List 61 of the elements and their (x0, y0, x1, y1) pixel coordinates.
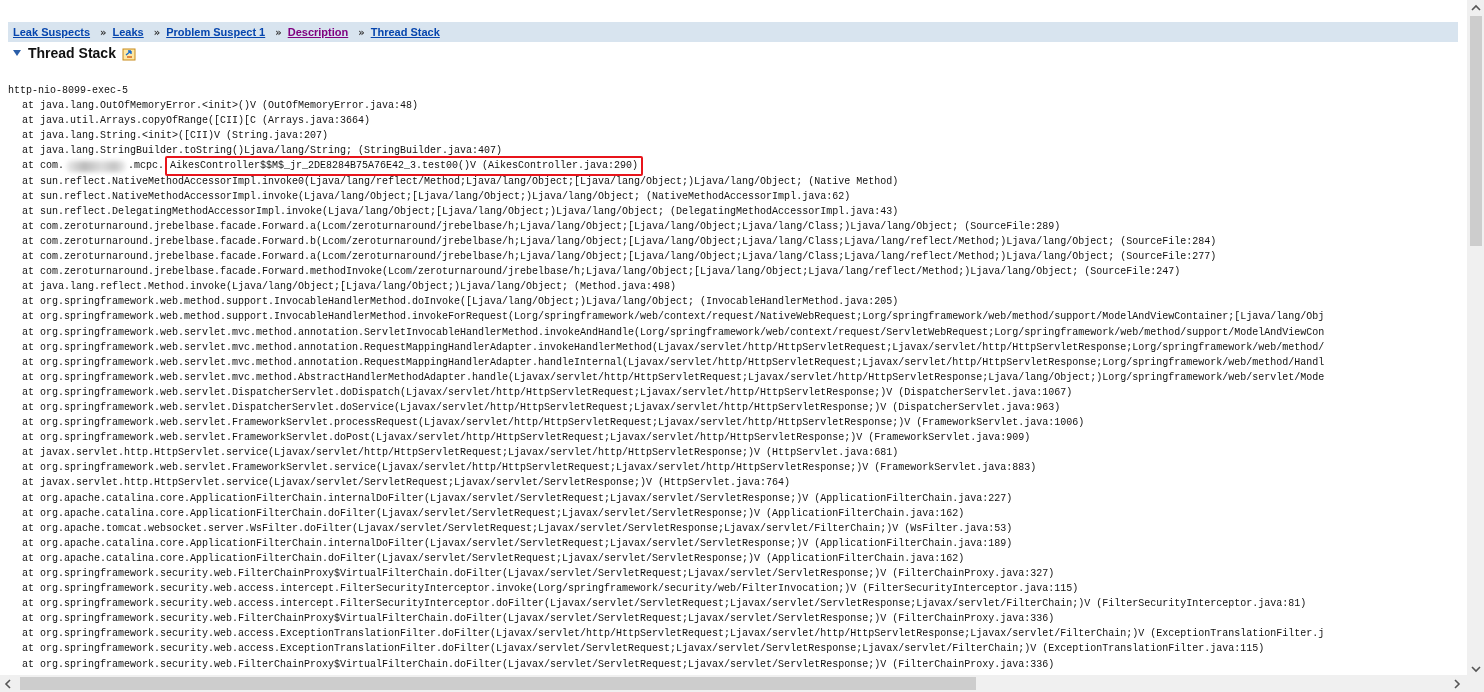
scrollbar-thumb[interactable] (20, 677, 976, 690)
stack-frame: at javax.servlet.http.HttpServlet.service(Ljavax/servlet/http/HttpServletRequest;Ljavax/servlet/http/HttpServletResponse;)V (HttpServlet.java:681) (22, 445, 899, 461)
highlighted-frame: AikesController$$M$_jr_2DE8284B75A76E42_3.test00()V (AikesController.java:290) (165, 156, 644, 176)
stack-frame-package: .mcpc. (128, 159, 165, 174)
stack-frame: at org.springframework.web.servlet.mvc.method.annotation.RequestMappingHandlerAdapter.invokeHandlerMethod(Ljavax/servlet/http/HttpServletRequest;Ljavax/servlet/http/HttpServletResponse;Lorg/springframework/web/method/ (22, 339, 1325, 355)
breadcrumb-link[interactable]: Leaks (112, 26, 144, 38)
breadcrumb-separator: » (358, 26, 365, 38)
stack-frame: at sun.reflect.NativeMethodAccessorImpl.invoke(Ljava/lang/Object;[Ljava/lang/Object;)Ljava/lang/Object; (NativeMethodAccessorImpl.java:62) (22, 188, 851, 204)
stack-frame: at org.springframework.security.web.access.ExceptionTranslationFilter.doFilter(Ljavax/servlet/http/HttpServletRequest;Ljavax/servlet/http/HttpServletResponse;Ljavax/servlet/FilterChain;)V (ExceptionTranslationFilter.j (22, 626, 1325, 642)
scroll-left-icon[interactable] (4, 678, 14, 689)
stack-frame: at org.springframework.security.web.access.intercept.FilterSecurityInterceptor.invoke(Lorg/springframework/security/web/FilterInvocation;)V (FilterSecurityInterceptor.java:115) (22, 581, 1079, 597)
thread-name: http-nio-8099-exec-5 (8, 84, 129, 98)
horizontal-scrollbar[interactable] (0, 675, 1467, 692)
stack-frame: at org.apache.catalina.core.ApplicationFilterChain.internalDoFilter(Ljavax/servlet/ServletRequest;Ljavax/servlet/ServletResponse;)V (ApplicationFilterChain.java:227) (22, 490, 1013, 506)
breadcrumb-separator: » (275, 26, 282, 38)
stack-frame: at com.zeroturnaround.jrebelbase.facade.Forward.a(Lcom/zeroturnaround/jrebelbase/h;Ljava/lang/Object;[Ljava/lang/Object;Ljava/lang/Class;)Ljava/lang/Object; (SourceFile:289) (22, 218, 1061, 234)
scroll-down-icon[interactable] (1470, 665, 1481, 675)
stack-frame: at org.springframework.web.servlet.FrameworkServlet.processRequest(Ljavax/servlet/http/HttpServletRequest;Ljavax/servlet/http/HttpServletResponse;)V (FrameworkServlet.java:1006) (22, 415, 1085, 431)
breadcrumb-separator: » (153, 26, 161, 38)
stack-frame: at org.springframework.web.servlet.mvc.method.annotation.ServletInvocableHandlerMethod.invokeAndHandle(Lorg/springframework/web/context/request/ServletWebRequest;Lorg/springframework/web/method/support/ModelAndViewCon (22, 324, 1325, 340)
export-icon[interactable] (121, 45, 137, 61)
stack-frame: at javax.servlet.http.HttpServlet.service(Ljavax/servlet/ServletRequest;Ljavax/servlet/ServletResponse;)V (HttpServlet.java:764) (22, 475, 791, 491)
stack-frame: at org.springframework.web.method.support.InvocableHandlerMethod.invokeForRequest(Lorg/springframework/web/context/request/NativeWebRequest;Lorg/springframework/web/method/support/ModelAndViewContainer;[Ljava/lang/Obj (22, 309, 1325, 325)
stack-frame: at com.zeroturnaround.jrebelbase.facade.Forward.a(Lcom/zeroturnaround/jrebelbase/h;Ljava/lang/Object;[Ljava/lang/Object;Ljava/lang/Class;Ljava/lang/reflect/Method;)Ljava/lang/Object; (SourceFile:277) (22, 249, 1217, 265)
breadcrumb-link[interactable]: Problem Suspect 1 (166, 26, 266, 38)
scroll-right-icon[interactable] (1453, 678, 1463, 689)
stack-frame: at org.apache.catalina.core.ApplicationFilterChain.doFilter(Ljavax/servlet/ServletRequest;Ljavax/servlet/ServletResponse;)V (ApplicationFilterChain.java:162) (22, 550, 965, 566)
stack-frame: at org.springframework.web.servlet.mvc.method.annotation.RequestMappingHandlerAdapter.handleInternal(Ljavax/servlet/http/HttpServletRequest;Ljavax/servlet/http/HttpServletResponse;Lorg/springframework/web/method/Handl (22, 354, 1325, 370)
stack-frame: at org.springframework.security.web.access.intercept.FilterSecurityInterceptor.doFilter(Ljavax/servlet/ServletRequest;Ljavax/servlet/ServletResponse;Ljavax/servlet/FilterChain;)V (FilterSecurityInterceptor.java:81) (22, 596, 1307, 612)
section-title: Thread Stack (28, 45, 116, 61)
stack-frame: at org.apache.catalina.core.ApplicationFilterChain.internalDoFilter(Ljavax/servlet/ServletRequest;Ljavax/servlet/ServletResponse;)V (ApplicationFilterChain.java:189) (22, 535, 1013, 551)
breadcrumb-link[interactable]: Description (287, 26, 349, 38)
breadcrumb-link[interactable]: Thread Stack (370, 26, 440, 38)
stack-frame: at java.util.Arrays.copyOfRange([CII)[C (Arrays.java:3664) (22, 113, 371, 129)
breadcrumb-separator: » (100, 26, 107, 38)
stack-frame: at com.zeroturnaround.jrebelbase.facade.Forward.b(Lcom/zeroturnaround/jrebelbase/h;Ljava/lang/Object;[Ljava/lang/Object;Ljava/lang/Class;Ljava/lang/reflect/Method;)Ljava/lang/Object; (SourceFile:284) (22, 233, 1217, 250)
stack-frame: at org.springframework.security.web.FilterChainProxy$VirtualFilterChain.doFilter(Ljavax/servlet/ServletRequest;Ljavax/servlet/ServletResponse;)V (FilterChainProxy.java:336) (22, 611, 1055, 627)
stack-frame: at org.apache.tomcat.websocket.server.WsFilter.doFilter(Ljavax/servlet/ServletRequest;Ljavax/servlet/ServletResponse;Ljavax/servlet/FilterChain;)V (WsFilter.java:53) (22, 520, 1013, 536)
stack-frame: at java.lang.OutOfMemoryError.<init>()V (OutOfMemoryError.java:48) (22, 98, 419, 114)
stack-frame: at org.apache.catalina.core.ApplicationFilterChain.doFilter(Ljavax/servlet/ServletRequest;Ljavax/servlet/ServletResponse;)V (ApplicationFilterChain.java:162) (22, 505, 965, 521)
breadcrumb-link[interactable]: Leak Suspects (13, 26, 91, 38)
stack-frame: at com.zeroturnaround.jrebelbase.facade.Forward.methodInvoke(Lcom/zeroturnaround/jrebelbase/h;Ljava/lang/Object;[Ljava/lang/Object;Ljava/lang/reflect/Method;)Ljava/lang/Object; (SourceFile:247) (22, 264, 1181, 280)
stack-frame: at java.lang.String.<init>([CII)V (String.java:207) (22, 128, 329, 144)
stack-frame: at org.springframework.security.web.access.ExceptionTranslationFilter.doFilter(Ljavax/servlet/ServletRequest;Ljavax/servlet/ServletResponse;Ljavax/servlet/FilterChain;)V (ExceptionTranslationFilter.java:115) (22, 641, 1265, 657)
stack-frame: at org.springframework.security.web.FilterChainProxy$VirtualFilterChain.doFilter(Ljavax/servlet/ServletRequest;Ljavax/servlet/ServletResponse;)V (FilterChainProxy.java:327) (22, 566, 1055, 582)
stack-frame: at sun.reflect.DelegatingMethodAccessorImpl.invoke(Ljava/lang/Object;[Ljava/lang/Object;)Ljava/lang/Object; (DelegatingMethodAccessorImpl.java:43) (22, 203, 899, 219)
stack-frame: at org.springframework.web.servlet.DispatcherServlet.doDispatch(Ljavax/servlet/http/HttpServletRequest;Ljavax/servlet/http/HttpServletResponse;)V (DispatcherServlet.java:1067) (22, 384, 1073, 400)
stack-frame: at java.lang.reflect.Method.invoke(Ljava/lang/Object;[Ljava/lang/Object;)Ljava/lang/Object; (Method.java:498) (22, 279, 677, 295)
collapse-triangle-icon[interactable] (12, 48, 22, 58)
scrollbar-thumb[interactable] (1469, 16, 1482, 246)
stack-frame: at org.springframework.web.method.support.InvocableHandlerMethod.doInvoke([Ljava/lang/Object;)Ljava/lang/Object; (InvocableHandlerMethod.java:205) (22, 294, 899, 310)
stack-frame: at org.springframework.web.servlet.DispatcherServlet.doService(Ljavax/servlet/http/HttpServletRequest;Ljavax/servlet/http/HttpServletResponse;)V (DispatcherServlet.java:963) (22, 399, 1061, 416)
stack-frame: at org.springframework.web.servlet.FrameworkServlet.service(Ljavax/servlet/http/HttpServletRequest;Ljavax/servlet/http/HttpServletResponse;)V (FrameworkServlet.java:883) (22, 460, 1037, 476)
vertical-scrollbar[interactable] (1467, 0, 1484, 675)
stack-frame: at org.springframework.web.servlet.FrameworkServlet.doPost(Ljavax/servlet/http/HttpServletRequest;Ljavax/servlet/http/HttpServletResponse;)V (FrameworkServlet.java:909) (22, 430, 1031, 446)
stack-frame-prefix: at com. (22, 159, 64, 174)
stack-frame: at org.springframework.web.servlet.mvc.method.AbstractHandlerMethodAdapter.handle(Ljavax/servlet/http/HttpServletRequest;Ljavax/servlet/http/HttpServletResponse;Ljava/lang/Object;)Lorg/springframework/web/servlet/Mode (22, 369, 1325, 385)
redaction-blur (66, 160, 126, 172)
stack-frame: at sun.reflect.NativeMethodAccessorImpl.invoke0(Ljava/lang/reflect/Method;Ljava/lang/Object;[Ljava/lang/Object;)Ljava/lang/Object; (Native Method) (22, 173, 899, 189)
stack-frame: at java.lang.StringBuilder.toString()Ljava/lang/String; (StringBuilder.java:407) (22, 143, 503, 159)
stack-frame: at org.springframework.security.web.FilterChainProxy$VirtualFilterChain.doFilter(Ljavax/servlet/ServletRequest;Ljavax/servlet/ServletResponse;)V (FilterChainProxy.java:336) (22, 656, 1055, 672)
